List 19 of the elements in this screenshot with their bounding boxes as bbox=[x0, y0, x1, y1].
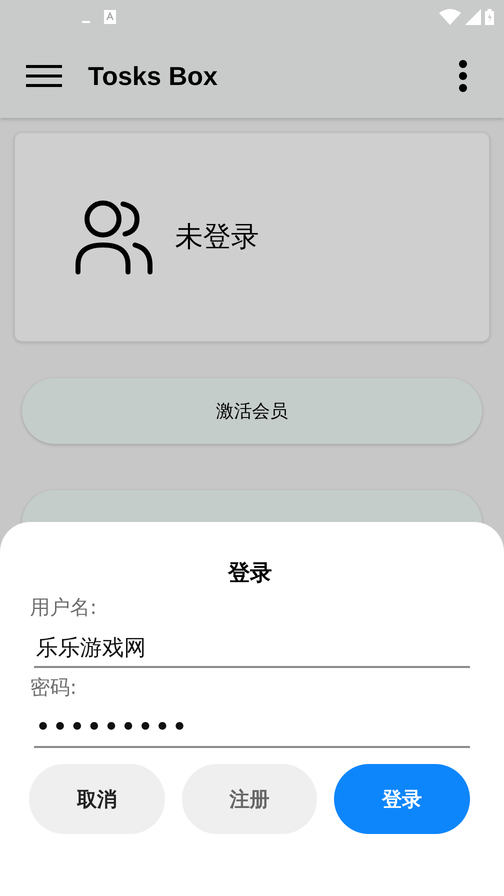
signal-icon bbox=[465, 9, 481, 25]
battery-icon bbox=[485, 9, 494, 25]
sheet-title: 登录 bbox=[228, 560, 272, 588]
login-status: 未登录 bbox=[175, 219, 259, 255]
field-label: 密码: bbox=[30, 674, 77, 701]
app-title: Tosks Box bbox=[88, 60, 219, 92]
input-field[interactable]: 乐乐游戏网 bbox=[34, 631, 470, 668]
field-label: 用户名: bbox=[30, 594, 97, 621]
dialog-button[interactable]: 注册 bbox=[182, 764, 318, 834]
wifi-icon bbox=[439, 9, 461, 25]
dialog-button[interactable]: 登录 bbox=[334, 764, 470, 834]
profile-card[interactable]: 未登录 bbox=[14, 132, 490, 342]
dialog-button[interactable]: 取消 bbox=[29, 764, 165, 834]
input-field[interactable]: ••••••••• bbox=[34, 711, 470, 748]
notification-icon bbox=[104, 10, 116, 24]
menu-icon[interactable] bbox=[26, 64, 62, 88]
users-icon bbox=[75, 199, 153, 275]
membership-button[interactable]: 激活会员 bbox=[22, 378, 482, 444]
more-icon[interactable] bbox=[458, 60, 468, 92]
